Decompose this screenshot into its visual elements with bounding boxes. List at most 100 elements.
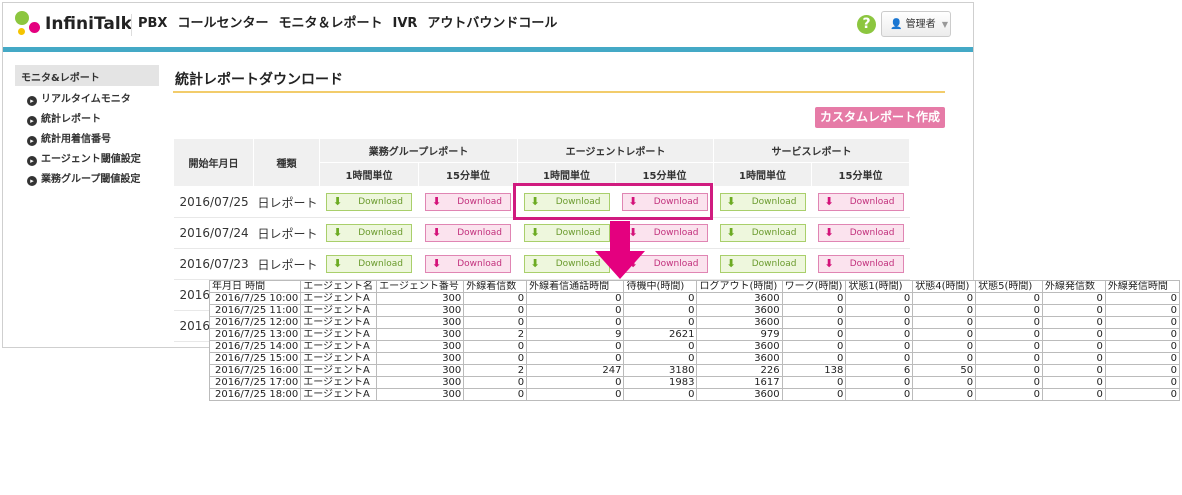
help-icon[interactable]: ? xyxy=(857,15,876,34)
sheet-cell: 0 xyxy=(623,292,698,305)
sheet-cell: 0 xyxy=(1042,316,1106,329)
sheet-header-cell: 状態1(時間) xyxy=(845,280,914,293)
download-button[interactable]: ⬇ Download xyxy=(326,224,412,242)
sheet-cell: 0 xyxy=(975,340,1044,353)
sheet-cell: 2016/7/25 17:00 xyxy=(208,376,302,389)
sheet-cell: 0 xyxy=(1104,292,1181,305)
sheet-cell: 0 xyxy=(463,292,528,305)
download-button[interactable]: ⬇ Download xyxy=(817,193,904,211)
download-button[interactable]: ⬇ Download xyxy=(719,193,806,211)
arrow-down-icon xyxy=(595,221,645,279)
sidebar-item-label: リアルタイムモニタ xyxy=(41,94,131,105)
download-button[interactable]: ⬇ Download xyxy=(425,255,511,273)
sheet-cell: 1617 xyxy=(696,376,783,389)
sheet-cell: 0 xyxy=(781,328,847,341)
sheet-cell: 0 xyxy=(623,304,698,317)
col-header-date: 開始年月日 xyxy=(173,138,254,187)
user-menu-button[interactable]: 👤 管理者 ▼ xyxy=(881,11,951,37)
sheet-cell: 0 xyxy=(845,304,914,317)
sidebar-item-group-threshold[interactable]: ▸ 業務グループ閾値設定 xyxy=(27,174,159,186)
download-label: Download xyxy=(457,259,502,269)
sheet-cell: 0 xyxy=(912,328,977,341)
nav-outbound-call[interactable]: アウトバウンドコール xyxy=(421,14,561,36)
group-header-agent: エージェントレポート xyxy=(517,138,714,163)
sheet-cell: 0 xyxy=(1104,316,1181,329)
download-cell: ⬇ Download xyxy=(319,186,419,218)
sheet-cell: 0 xyxy=(463,376,528,389)
sheet-header-cell: エージェント番号 xyxy=(376,280,465,293)
download-label: Download xyxy=(358,197,403,207)
sheet-cell: エージェントA xyxy=(300,316,378,329)
sheet-header-cell: 外線発信数 xyxy=(1042,280,1106,293)
sheet-cell: 0 xyxy=(845,388,914,401)
sheet-cell: 0 xyxy=(1042,352,1106,365)
sidebar-item-agent-threshold[interactable]: ▸ エージェント閾値設定 xyxy=(27,154,159,166)
sheet-cell: 0 xyxy=(623,316,698,329)
sheet-header-cell: 年月日 時間 xyxy=(208,280,302,293)
sidebar-item-label: 統計レポート xyxy=(41,114,101,125)
download-cell: ⬇ Download xyxy=(319,217,419,249)
download-button[interactable]: ⬇ Download xyxy=(719,255,806,273)
chevron-right-icon: ▸ xyxy=(27,116,37,126)
sheet-cell: 0 xyxy=(975,292,1044,305)
unit-header-15m: 15分単位 xyxy=(811,162,910,187)
sheet-cell: 300 xyxy=(376,388,465,401)
sheet-cell: 0 xyxy=(781,376,847,389)
download-button[interactable]: ⬇ Download xyxy=(719,224,806,242)
sheet-cell: 3600 xyxy=(696,316,783,329)
sheet-cell: 300 xyxy=(376,328,465,341)
sheet-cell: 0 xyxy=(463,340,528,353)
sheet-cell: 2016/7/25 12:00 xyxy=(208,316,302,329)
sheet-cell: 0 xyxy=(975,364,1044,377)
nav-ivr[interactable]: IVR xyxy=(387,14,422,36)
sheet-cell: 2016/7/25 18:00 xyxy=(208,388,302,401)
sidebar-item-label: 業務グループ閾値設定 xyxy=(41,174,141,185)
chevron-right-icon: ▸ xyxy=(27,136,37,146)
sidebar-item-stat-numbers[interactable]: ▸ 統計用着信番号 xyxy=(27,134,159,146)
download-button[interactable]: ⬇ Download xyxy=(326,255,412,273)
row-date: 2016/07/24 xyxy=(173,217,254,249)
sheet-cell: 6 xyxy=(845,364,914,377)
col-header-type: 種類 xyxy=(253,138,320,187)
download-icon: ⬇ xyxy=(432,226,442,239)
sheet-cell: 300 xyxy=(376,352,465,365)
sidebar-item-stat-report[interactable]: ▸ 統計レポート xyxy=(27,114,159,126)
custom-report-button[interactable]: カスタムレポート作成 xyxy=(815,107,945,128)
logo xyxy=(13,9,43,39)
sheet-cell: エージェントA xyxy=(300,352,378,365)
sheet-cell: 0 xyxy=(526,352,625,365)
sheet-cell: エージェントA xyxy=(300,364,378,377)
sheet-cell: 300 xyxy=(376,340,465,353)
download-cell: ⬇ Download xyxy=(811,217,910,249)
sheet-cell: 3600 xyxy=(696,340,783,353)
nav-monitor-report[interactable]: モニタ＆レポート xyxy=(272,14,386,36)
download-button[interactable]: ⬇ Download xyxy=(817,224,904,242)
sheet-cell: 2 xyxy=(463,328,528,341)
download-label: Download xyxy=(653,228,699,238)
sheet-row: 2016/7/25 11:00 エージェントA 300 0 0 0 3600 0 0 0 0 0 0 xyxy=(208,304,1181,317)
sheet-row: 2016/7/25 18:00 エージェントA 300 0 0 0 3600 0 0 0 0 0 0 xyxy=(208,388,1181,401)
download-button[interactable]: ⬇ Download xyxy=(425,224,511,242)
download-button[interactable]: ⬇ Download xyxy=(425,193,511,211)
nav-call-center[interactable]: コールセンター xyxy=(171,14,272,36)
nav-pbx[interactable]: PBX xyxy=(132,14,171,36)
download-cell: ⬇ Download xyxy=(713,186,812,218)
chevron-right-icon: ▸ xyxy=(27,96,37,106)
sheet-cell: エージェントA xyxy=(300,292,378,305)
sheet-cell: 300 xyxy=(376,292,465,305)
sheet-row: 2016/7/25 14:00 エージェントA 300 0 0 0 3600 0 0 0 0 0 0 xyxy=(208,340,1181,353)
sheet-cell: 0 xyxy=(845,292,914,305)
download-button[interactable]: ⬇ Download xyxy=(326,193,412,211)
sheet-cell: 300 xyxy=(376,304,465,317)
download-button[interactable]: ⬇ Download xyxy=(817,255,904,273)
sheet-cell: 0 xyxy=(463,352,528,365)
sheet-cell: 0 xyxy=(845,340,914,353)
brand-name: InfiniTalk xyxy=(45,14,132,34)
sheet-cell: 0 xyxy=(912,376,977,389)
sidebar-item-realtime-monitor[interactable]: ▸ リアルタイムモニタ xyxy=(27,94,159,106)
sheet-cell: 0 xyxy=(1104,340,1181,353)
sheet-cell: 0 xyxy=(1104,364,1181,377)
download-label: Download xyxy=(751,228,797,238)
sheet-cell: 300 xyxy=(376,376,465,389)
sheet-cell: 50 xyxy=(912,364,977,377)
